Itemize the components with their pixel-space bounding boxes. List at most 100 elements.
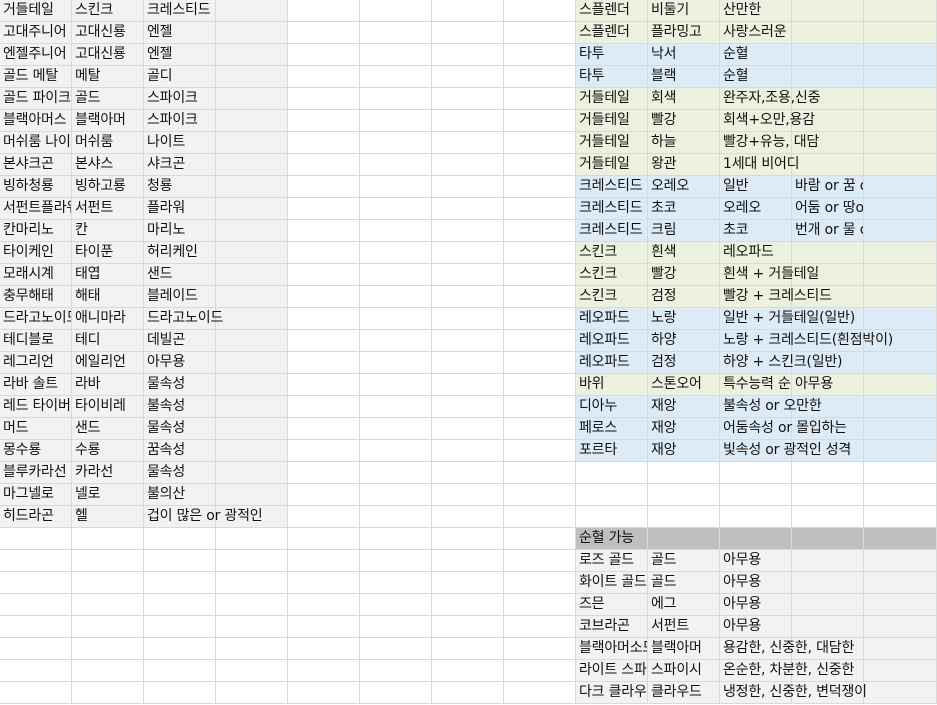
left-table-filler[interactable] [216,110,288,132]
empty-cell[interactable] [288,440,360,462]
pure-section-cell[interactable]: 즈믄 [576,594,648,616]
empty-cell[interactable] [288,242,360,264]
left-table-cell[interactable]: 거들테일 [0,0,72,22]
left-table-cell[interactable]: 빙하고룡 [72,176,144,198]
right-table-cell[interactable]: 바위 [576,374,648,396]
empty-cell[interactable] [504,220,576,242]
right-table-cell[interactable] [864,132,937,154]
right-table-cell[interactable]: 오레오 [648,176,720,198]
empty-cell[interactable] [504,484,576,506]
right-table-cell[interactable]: 왕관 [648,154,720,176]
empty-cell[interactable] [432,682,504,704]
right-table-cell[interactable]: 번개 or 물 or 빛속성 [792,220,864,242]
empty-cell[interactable] [360,132,432,154]
pure-section-cell[interactable]: 아무용 [720,594,792,616]
empty-cell[interactable] [0,594,72,616]
left-table-filler[interactable] [216,154,288,176]
left-table-cell[interactable]: 머쉬룸 [72,132,144,154]
left-table-cell[interactable]: 골드 파이크 [0,88,72,110]
right-table-cell[interactable]: 검정 [648,286,720,308]
empty-cell[interactable] [288,220,360,242]
pure-section-header-cell[interactable] [792,528,864,550]
empty-cell[interactable] [504,132,576,154]
empty-cell[interactable] [432,506,504,528]
left-table-cell[interactable]: 물속성 [144,462,216,484]
right-table-cell[interactable]: 크레스티드 [576,220,648,242]
pure-section-header-cell[interactable] [864,528,937,550]
left-table-cell[interactable]: 넬로 [72,484,144,506]
empty-cell[interactable] [432,418,504,440]
empty-cell[interactable] [360,330,432,352]
right-table-cell[interactable]: 스킨크 [576,286,648,308]
empty-cell[interactable] [432,88,504,110]
pure-section-cell[interactable]: 다크 클라우드 [576,682,648,704]
left-table-filler[interactable] [216,176,288,198]
empty-cell[interactable] [504,330,576,352]
right-table-cell[interactable] [864,22,937,44]
empty-cell[interactable] [288,528,360,550]
empty-cell[interactable] [432,374,504,396]
right-table-cell[interactable]: 빨강 + 크레스티드 [720,286,832,308]
empty-cell[interactable] [0,528,72,550]
left-table-cell[interactable]: 허리케인 [144,242,216,264]
left-table-cell[interactable]: 수룡 [72,440,144,462]
right-table-cell[interactable]: 재앙 [648,418,720,440]
left-table-cell[interactable]: 드라고노이드 [0,308,72,330]
pure-section-cell[interactable] [864,594,937,616]
right-table-cell[interactable]: 완주자,조용,신중 [720,88,820,110]
left-table-cell[interactable]: 서펀트 [72,198,144,220]
empty-cell[interactable] [360,660,432,682]
empty-cell[interactable] [360,110,432,132]
right-table-cell[interactable]: 포르타 [576,440,648,462]
empty-cell[interactable] [504,550,576,572]
right-table-cell[interactable] [864,374,937,396]
empty-cell[interactable] [0,550,72,572]
empty-cell[interactable] [432,132,504,154]
empty-cell[interactable] [288,176,360,198]
right-table-cell[interactable]: 스킨크 [576,242,648,264]
empty-cell[interactable] [216,528,288,550]
right-table-cell[interactable]: 하늘 [648,132,720,154]
right-table-cell[interactable]: 스킨크 [576,264,648,286]
pure-section-cell[interactable]: 아무용 [720,550,792,572]
empty-cell[interactable] [288,374,360,396]
empty-cell[interactable] [432,66,504,88]
left-table-cell[interactable]: 청룡 [144,176,216,198]
empty-cell[interactable] [432,572,504,594]
left-table-filler[interactable] [216,352,288,374]
empty-cell[interactable] [216,638,288,660]
left-table-filler[interactable] [216,242,288,264]
empty-cell[interactable] [504,528,576,550]
empty-cell[interactable] [720,506,792,528]
empty-cell[interactable] [288,88,360,110]
left-table-filler[interactable] [216,220,288,242]
empty-cell[interactable] [864,462,937,484]
left-table-filler[interactable] [216,264,288,286]
pure-section-cell[interactable]: 블랙아머 [648,638,720,660]
left-table-filler[interactable] [216,330,288,352]
empty-cell[interactable] [0,682,72,704]
pure-section-cell[interactable] [792,550,864,572]
empty-cell[interactable] [648,506,720,528]
right-table-cell[interactable] [864,264,937,286]
empty-cell[interactable] [576,462,648,484]
left-table-cell[interactable]: 해태 [72,286,144,308]
empty-cell[interactable] [504,154,576,176]
empty-cell[interactable] [216,594,288,616]
empty-cell[interactable] [144,528,216,550]
left-table-cell[interactable]: 태엽 [72,264,144,286]
left-table-cell[interactable]: 아무용 [144,352,216,374]
right-table-cell[interactable]: 플라밍고 [648,22,720,44]
right-table-cell[interactable]: 크레스티드 [576,176,648,198]
empty-cell[interactable] [504,572,576,594]
pure-section-cell[interactable]: 에그 [648,594,720,616]
pure-section-cell[interactable] [864,616,937,638]
empty-cell[interactable] [504,264,576,286]
right-table-cell[interactable] [864,154,937,176]
left-table-cell[interactable]: 나이트 [144,132,216,154]
right-table-cell[interactable] [792,242,864,264]
empty-cell[interactable] [648,484,720,506]
right-table-cell[interactable]: 초코 [720,220,792,242]
empty-cell[interactable] [72,638,144,660]
right-table-cell[interactable]: 하양 [648,330,720,352]
